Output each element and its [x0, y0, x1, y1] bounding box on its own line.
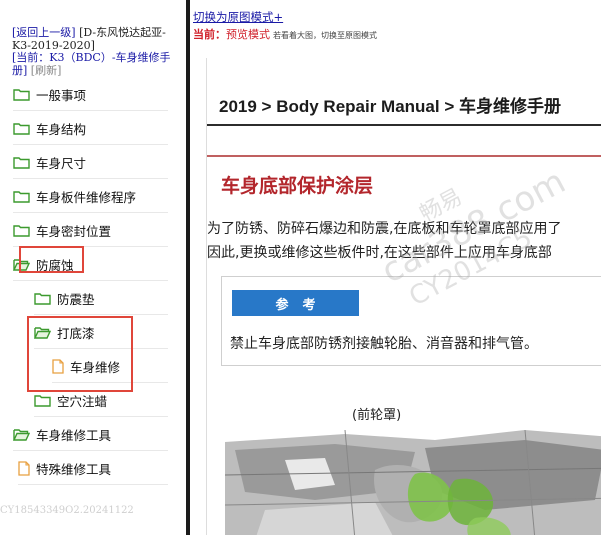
sidebar-watermark: CY18543349O2.20241122 [0, 505, 134, 516]
folder-closed-icon [13, 156, 30, 169]
section-title: 车身底部保护涂层 [221, 175, 374, 197]
tree-item-label: 车身结构 [36, 121, 87, 137]
tree-item-repair-tools[interactable]: 车身维修工具 [13, 418, 168, 451]
content-pane: 切换为原图模式+ 当前：预览模式 若看着大图，切换至原图模式 2019 > Bod… [190, 0, 601, 535]
tree-item-panel-repair[interactable]: 车身板件维修程序 [13, 180, 168, 213]
note-label: 参考 [232, 290, 359, 316]
mode-hint: 若看着大图，切换至原图模式 [273, 31, 377, 40]
manual-page-image: 2019 > Body Repair Manual > 车身维修手册 车身底部保… [206, 58, 601, 535]
tree-item-label: 车身板件维修程序 [36, 189, 137, 205]
tree-item-body-dimensions[interactable]: 车身尺寸 [13, 146, 168, 179]
switch-original-mode-link[interactable]: 切换为原图模式+ [193, 9, 283, 25]
tree-item-label: 防震垫 [57, 291, 95, 307]
current-prefix: [当前： [12, 51, 50, 64]
doc-header: 2019 > Body Repair Manual > 车身维修手册 [219, 97, 561, 116]
refresh-link[interactable]: [刷新] [31, 64, 62, 77]
note-box: 参考 禁止车身底部防锈剂接触轮胎、消音器和排气管。 [221, 276, 601, 366]
tree-item-special-tools[interactable]: 特殊维修工具 [18, 452, 168, 485]
sidebar-header: [返回上一级] [D-东风悦达起亚-K3-2019-2020] [当前：K3（B… [12, 26, 182, 77]
folder-closed-icon [13, 190, 30, 203]
folder-closed-icon [34, 394, 51, 407]
tree-item-label: 特殊维修工具 [36, 461, 112, 477]
section-rule [207, 155, 601, 157]
header-rule [207, 124, 601, 126]
sidebar: [返回上一级] [D-东风悦达起亚-K3-2019-2020] [当前：K3（B… [0, 0, 186, 535]
mode-status: 当前：预览模式 若看着大图，切换至原图模式 [193, 26, 377, 42]
note-text: 禁止车身底部防锈剂接触轮胎、消音器和排气管。 [230, 336, 538, 352]
paragraph-line-2: 因此,更换或维修这些板件时,在这些部件上应用车身底部 [207, 245, 552, 261]
tree-item-anti-vibration-pad[interactable]: 防震垫 [34, 282, 168, 315]
folder-open-icon [13, 428, 30, 441]
tree-item-label: 一般事项 [36, 87, 87, 103]
folder-closed-icon [13, 224, 30, 237]
file-icon [18, 460, 30, 476]
tree-item-label: 车身密封位置 [36, 223, 112, 239]
folder-closed-icon [13, 88, 30, 101]
highlight-box-anticorrosion [19, 246, 84, 273]
figure-caption: (前轮罩) [352, 408, 402, 423]
mode-value: 预览模式 [226, 28, 270, 41]
current-suffix: ] [23, 63, 28, 77]
paragraph-line-1: 为了防锈、防碎石爆边和防震,在底板和车轮罩底部应用了 [207, 221, 562, 237]
tree-item-general[interactable]: 一般事项 [13, 78, 168, 111]
tree-item-label: 车身维修工具 [36, 427, 112, 443]
back-link[interactable]: [返回上一级] [12, 26, 76, 39]
tree-item-label: 车身尺寸 [36, 155, 87, 171]
folder-closed-icon [34, 292, 51, 305]
highlight-box-primer [27, 316, 133, 392]
tree-item-label: 空穴注蜡 [57, 393, 108, 409]
mode-key: 当前： [193, 28, 226, 41]
tree-item-seal-positions[interactable]: 车身密封位置 [13, 214, 168, 247]
wheel-well-figure [225, 430, 601, 535]
tree-item-body-structure[interactable]: 车身结构 [13, 112, 168, 145]
folder-closed-icon [13, 122, 30, 135]
